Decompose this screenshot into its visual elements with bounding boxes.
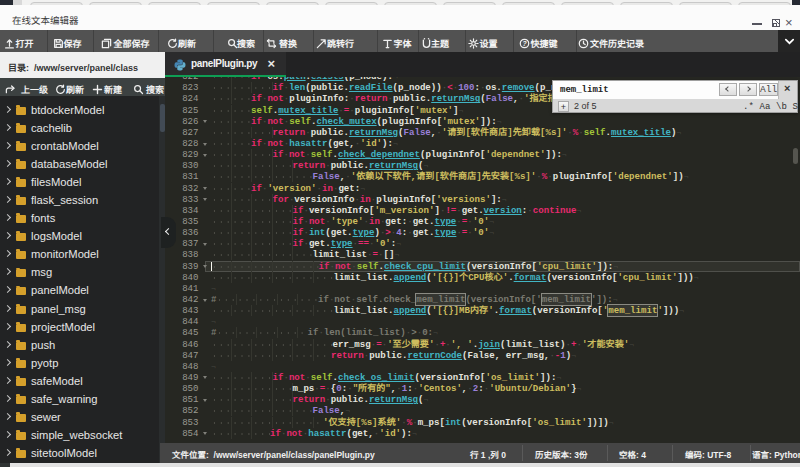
svg-text:?: ?: [522, 40, 527, 47]
